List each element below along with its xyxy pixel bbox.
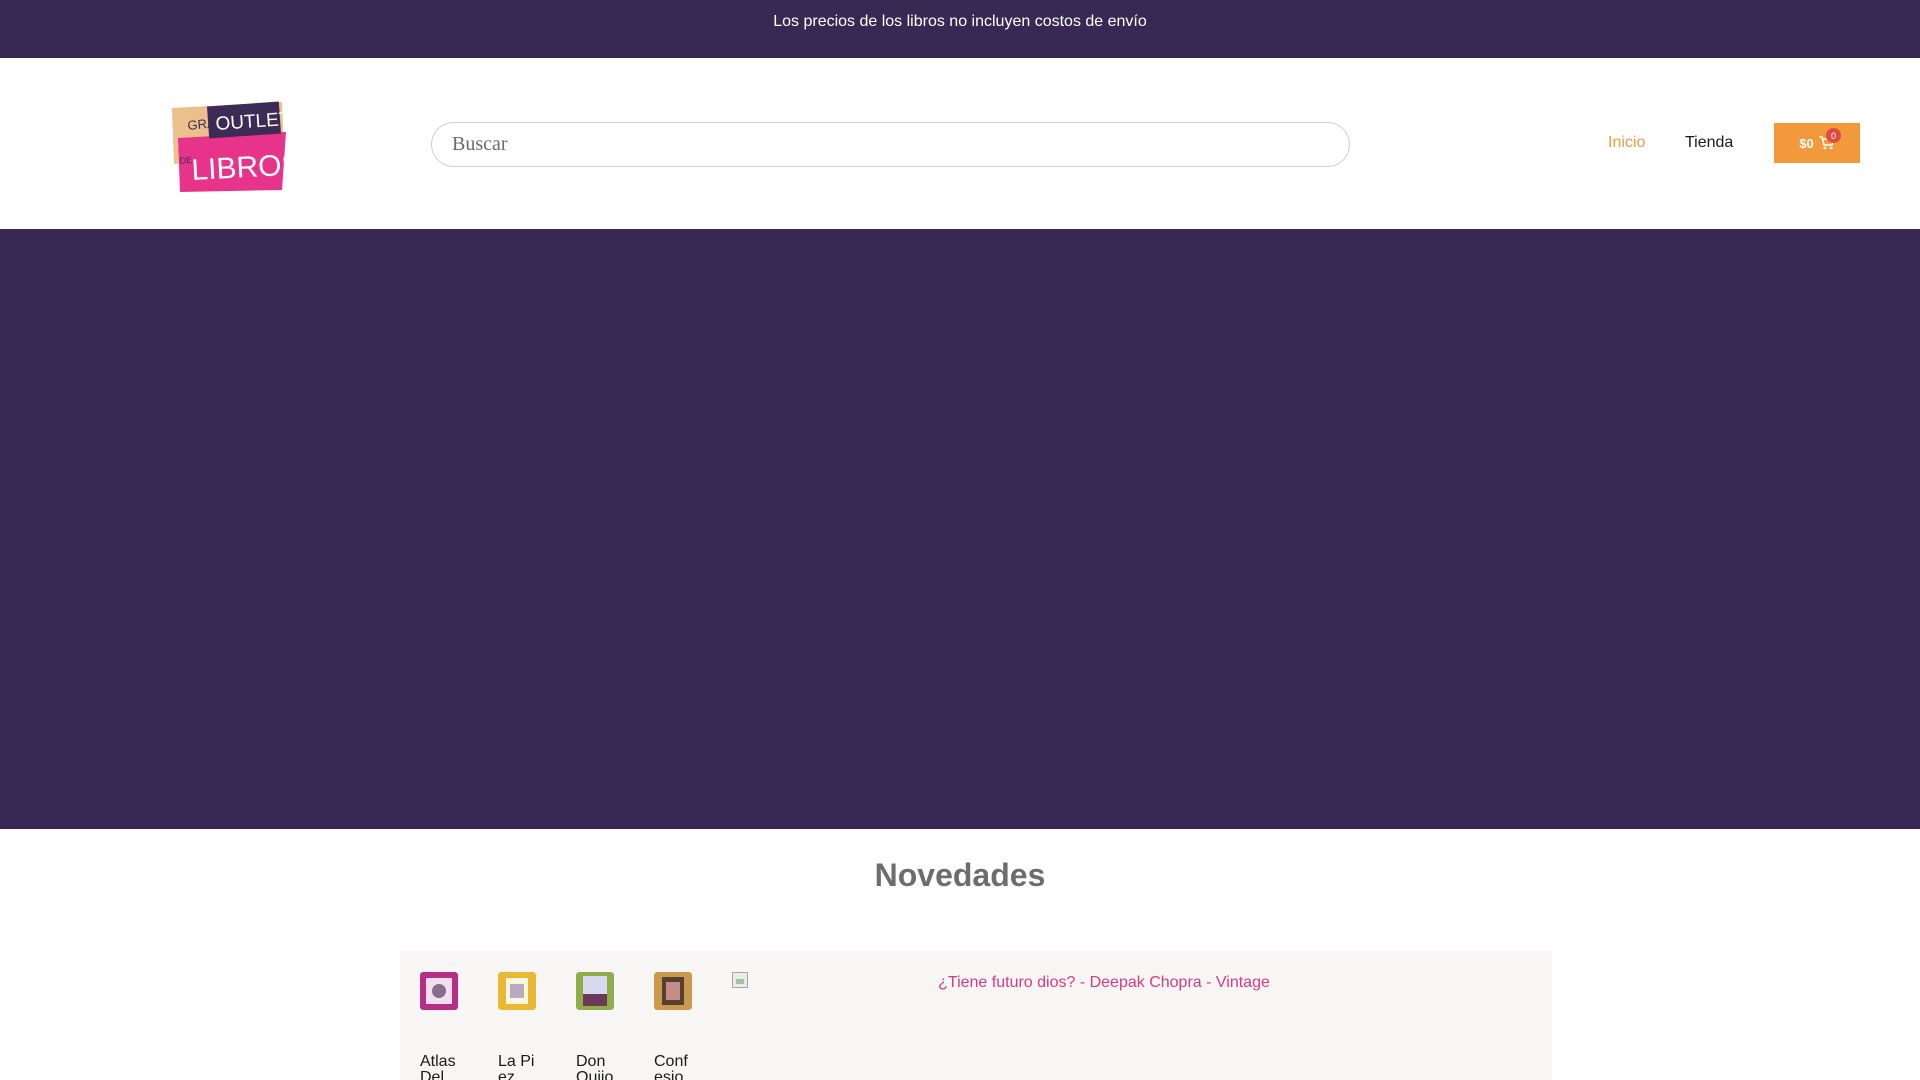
product-thumbnail[interactable] <box>420 972 458 1010</box>
hero-banner <box>0 229 1920 829</box>
product-thumbnail[interactable] <box>654 972 692 1010</box>
cart-count-badge: 0 <box>1826 128 1841 143</box>
novedades-products: Atlas Del La Piez Don Quijo Conf esio ¿T… <box>400 951 1552 1080</box>
svg-text:LIBROS: LIBROS <box>191 148 288 187</box>
nav-inicio[interactable]: Inicio <box>1608 134 1645 152</box>
product-thumbnail[interactable] <box>498 972 536 1010</box>
featured-product-link[interactable]: ¿Tiene futuro dios? - Deepak Chopra - Vi… <box>774 974 1434 992</box>
cart-total: $0 <box>1799 135 1814 151</box>
product-name[interactable]: Don Quijo <box>576 1054 618 1080</box>
product-item[interactable]: Conf esio <box>654 972 696 1080</box>
nav-tienda[interactable]: Tienda <box>1685 134 1733 152</box>
shipping-notice: Los precios de los libros no incluyen co… <box>773 13 1147 30</box>
broken-image-icon[interactable] <box>732 972 748 988</box>
product-item[interactable]: La Piez <box>498 972 540 1080</box>
product-item[interactable]: Don Quijo <box>576 972 618 1080</box>
search-input[interactable] <box>431 122 1350 167</box>
product-item[interactable]: Atlas Del <box>420 972 462 1080</box>
product-name[interactable]: La Piez <box>498 1054 540 1080</box>
cart-button[interactable]: $0 0 <box>1774 123 1860 163</box>
section-title-novedades: Novedades <box>874 857 1046 893</box>
product-thumbnail[interactable] <box>576 972 614 1010</box>
product-name[interactable]: Conf esio <box>654 1054 696 1080</box>
product-name[interactable]: Atlas Del <box>420 1054 462 1080</box>
announcement-bar: Los precios de los libros no incluyen co… <box>0 0 1920 58</box>
site-header: GRAN OUTLET DE LIBROS Inicio Tienda $0 0 <box>0 58 1920 229</box>
logo-image: GRAN OUTLET DE LIBROS <box>172 101 288 192</box>
